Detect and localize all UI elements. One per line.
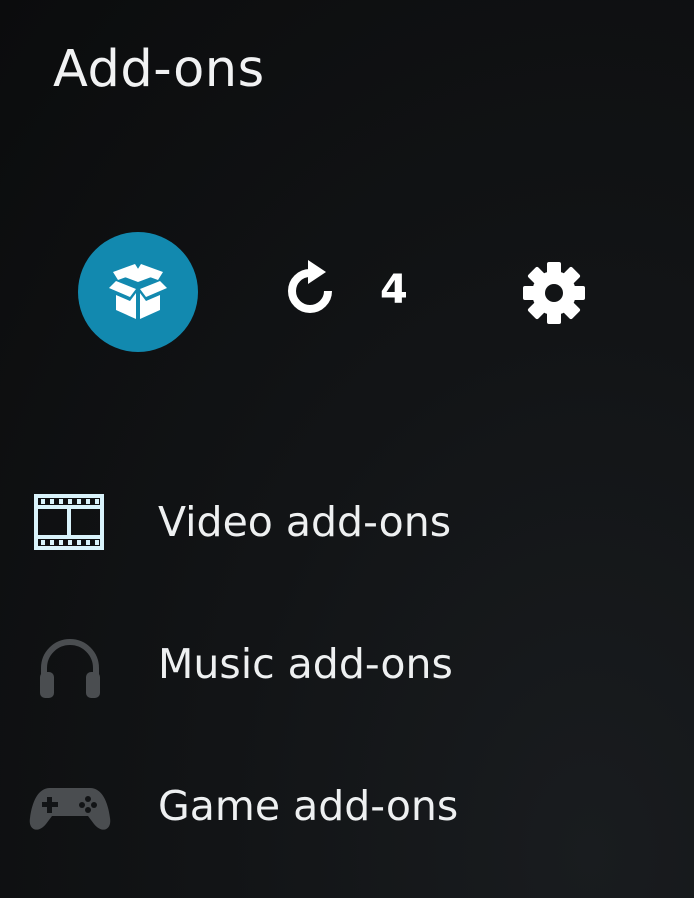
menu-item-label: Game add-ons bbox=[158, 782, 459, 830]
film-strip-icon bbox=[34, 494, 104, 550]
gear-icon bbox=[523, 262, 585, 324]
page-title: Add-ons bbox=[53, 40, 265, 99]
addons-screen: Add-ons 4 Video add-ons Music add-ons Ga… bbox=[0, 0, 694, 898]
updates-button[interactable]: 4 bbox=[280, 258, 420, 322]
addon-browser-button[interactable] bbox=[78, 232, 198, 352]
headphones-icon bbox=[40, 639, 100, 698]
menu-item-game-addons[interactable]: Game add-ons bbox=[0, 752, 694, 862]
updates-count-badge: 4 bbox=[380, 267, 408, 313]
open-box-icon bbox=[109, 264, 167, 319]
gamepad-icon bbox=[29, 788, 111, 830]
refresh-icon bbox=[288, 260, 332, 313]
menu-item-music-addons[interactable]: Music add-ons bbox=[0, 610, 694, 720]
menu-item-label: Music add-ons bbox=[158, 640, 453, 688]
menu-item-label: Video add-ons bbox=[158, 498, 452, 546]
menu-item-video-addons[interactable]: Video add-ons bbox=[0, 468, 694, 578]
settings-button[interactable] bbox=[522, 261, 586, 325]
